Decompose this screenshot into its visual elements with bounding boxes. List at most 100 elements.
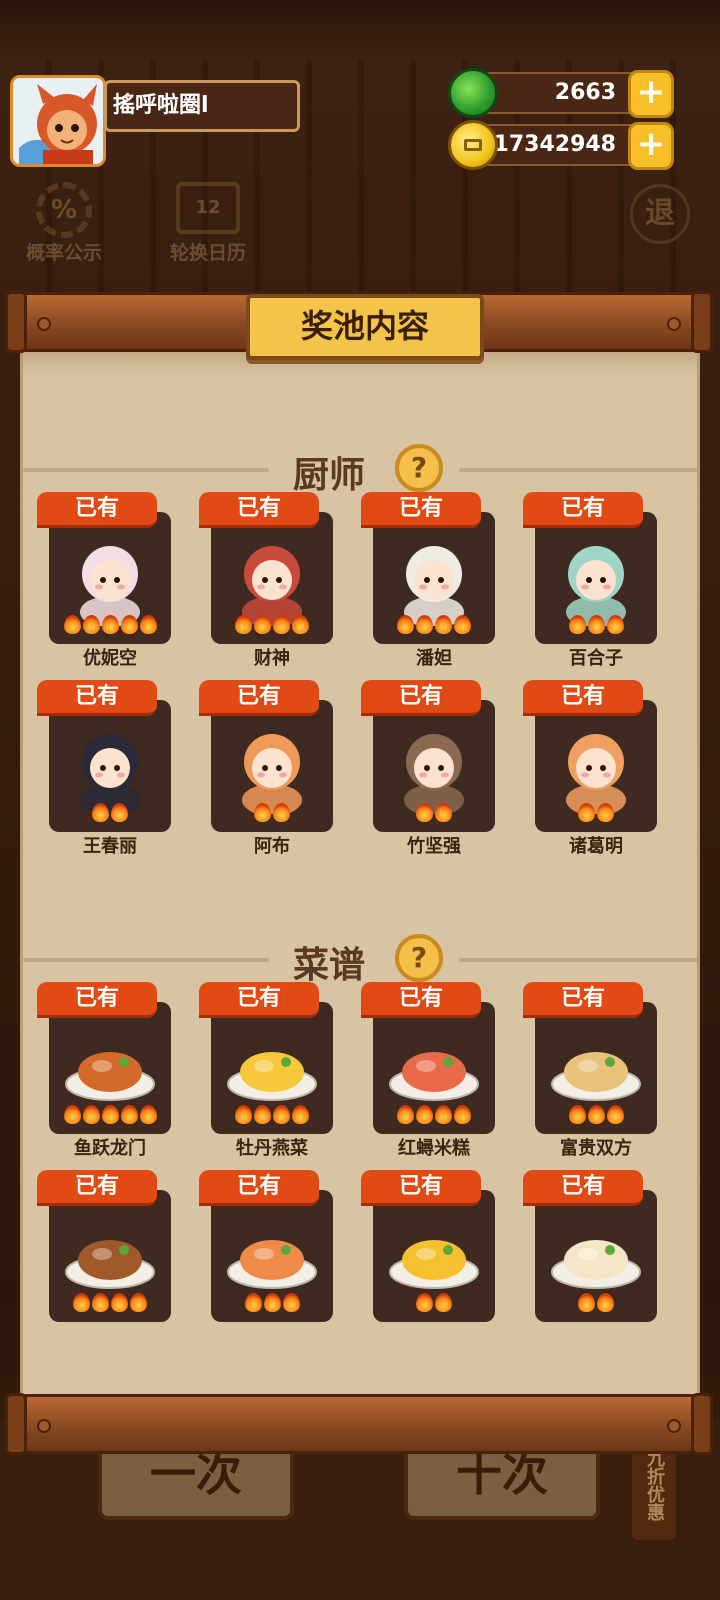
owned-badge: 已有	[37, 680, 157, 716]
item-frame	[49, 1002, 171, 1134]
item-name: 诸葛明	[569, 836, 623, 857]
recipe-card[interactable]: 已有	[199, 1170, 333, 1346]
item-frame	[211, 1190, 333, 1322]
owned-badge: 已有	[523, 492, 643, 528]
item-frame	[373, 512, 495, 644]
recipe-card[interactable]: 已有 红蟳米糕	[361, 982, 495, 1159]
recipe-card[interactable]: 已有	[37, 1170, 171, 1346]
rod-cap-right	[691, 291, 713, 353]
prize-pool-panel[interactable]: 厨师? 已有 优妮空 已有 财神 已有 潘妲 已有 百合子 已有 王春丽 已有 阿布 已有 竹坚强 已有 诸葛明…	[20, 346, 700, 1398]
plus-icon: +	[636, 72, 666, 112]
chef-portrait-icon	[80, 734, 140, 814]
help-icon[interactable]: ?	[395, 934, 443, 982]
probability-button[interactable]: % 概率公示	[16, 182, 112, 265]
rarity-flame-icon	[130, 1293, 147, 1312]
owned-badge: 已有	[199, 1170, 319, 1206]
chef-card[interactable]: 已有优妮空	[37, 492, 171, 669]
recipe-card[interactable]: 已有 富贵双方	[523, 982, 657, 1159]
rarity-flame-icon	[597, 803, 614, 822]
owned-badge: 已有	[37, 1170, 157, 1206]
rarity-stars	[211, 1293, 333, 1316]
chef-portrait-icon	[404, 734, 464, 814]
rod-nail-right	[667, 317, 681, 331]
recipe-card[interactable]: 已有	[523, 1170, 657, 1346]
owned-badge: 已有	[37, 492, 157, 528]
dish-icon	[551, 1052, 641, 1101]
rarity-stars	[373, 1105, 495, 1128]
modal-title-text: 奖池内容	[300, 307, 429, 345]
rarity-flame-icon	[111, 803, 128, 822]
chef-card[interactable]: 已有 竹坚强	[361, 680, 495, 857]
section-divider-right	[459, 958, 697, 962]
chef-card[interactable]: 已有潘妲	[361, 492, 495, 669]
player-avatar[interactable]	[10, 75, 106, 167]
rarity-flame-icon	[73, 1293, 90, 1312]
help-icon[interactable]: ?	[395, 444, 443, 492]
rarity-flame-icon	[101, 1105, 119, 1124]
item-name: 红蟳米糕	[398, 1138, 470, 1159]
owned-badge: 已有	[523, 982, 643, 1018]
item-name: 潘妲	[416, 648, 452, 669]
rotation-calendar-button[interactable]: 12 轮换日历	[158, 182, 258, 265]
rarity-stars	[211, 615, 333, 638]
section-divider-right	[459, 468, 697, 472]
item-frame	[535, 1002, 657, 1134]
section-title: 菜谱	[293, 945, 366, 986]
rarity-stars	[49, 1105, 171, 1128]
rarity-flame-icon	[416, 615, 433, 634]
recipe-card[interactable]: 已有	[361, 1170, 495, 1346]
ten-draw-label: 十次	[456, 1447, 548, 1501]
rarity-stars	[49, 1293, 171, 1316]
modal-title: 奖池内容	[246, 294, 484, 360]
rarity-flame-icon	[578, 803, 595, 822]
owned-badge: 已有	[361, 680, 481, 716]
rarity-flame-icon	[92, 1293, 109, 1312]
rod-nail-right	[667, 1419, 681, 1433]
add-coin-button[interactable]: +	[628, 122, 674, 170]
rarity-stars	[535, 803, 657, 826]
item-name: 鱼跃龙门	[74, 1138, 146, 1159]
item-frame	[49, 700, 171, 832]
rarity-stars	[211, 1105, 333, 1128]
rarity-flame-icon	[273, 615, 290, 634]
rarity-flame-icon	[120, 1105, 138, 1124]
rod-cap-left	[5, 291, 27, 353]
rod-nail-left	[37, 317, 51, 331]
recipe-card[interactable]: 已有 鱼跃龙门	[37, 982, 171, 1159]
rarity-flame-icon	[254, 1105, 271, 1124]
dish-icon	[227, 1240, 317, 1289]
rarity-stars	[373, 615, 495, 638]
chef-card[interactable]: 已有 王春丽	[37, 680, 171, 857]
rarity-flame-icon	[416, 1105, 433, 1124]
calendar-icon: 12	[176, 182, 240, 234]
rod-cap-left	[5, 1393, 27, 1455]
item-frame	[49, 512, 171, 644]
exit-label: 退	[645, 196, 675, 231]
item-frame	[211, 700, 333, 832]
rarity-flame-icon	[101, 615, 119, 634]
owned-badge: 已有	[523, 680, 643, 716]
rarity-flame-icon	[454, 1105, 471, 1124]
chef-card[interactable]: 已有 百合子	[523, 492, 657, 669]
owned-badge: 已有	[199, 680, 319, 716]
owned-badge: 已有	[361, 492, 481, 528]
rarity-stars	[211, 803, 333, 826]
rarity-flame-icon	[435, 803, 452, 822]
exit-button[interactable]: 退	[630, 184, 690, 244]
chef-card[interactable]: 已有 财神	[199, 492, 333, 669]
rarity-flame-icon	[568, 615, 586, 634]
rarity-flame-icon	[454, 615, 471, 634]
chef-portrait-icon	[404, 546, 464, 626]
rarity-flame-icon	[606, 615, 624, 634]
item-name: 优妮空	[83, 648, 137, 669]
chef-card[interactable]: 已有 阿布	[199, 680, 333, 857]
recipe-card[interactable]: 已有 牡丹燕菜	[199, 982, 333, 1159]
section-divider-left	[23, 468, 269, 472]
add-jade-button[interactable]: +	[628, 70, 674, 118]
chef-card[interactable]: 已有诸葛明	[523, 680, 657, 857]
item-frame	[211, 1002, 333, 1134]
chef-portrait-icon	[566, 734, 626, 814]
jade-count: 2663	[554, 80, 616, 105]
dish-icon	[65, 1240, 155, 1289]
rarity-flame-icon	[292, 1105, 309, 1124]
